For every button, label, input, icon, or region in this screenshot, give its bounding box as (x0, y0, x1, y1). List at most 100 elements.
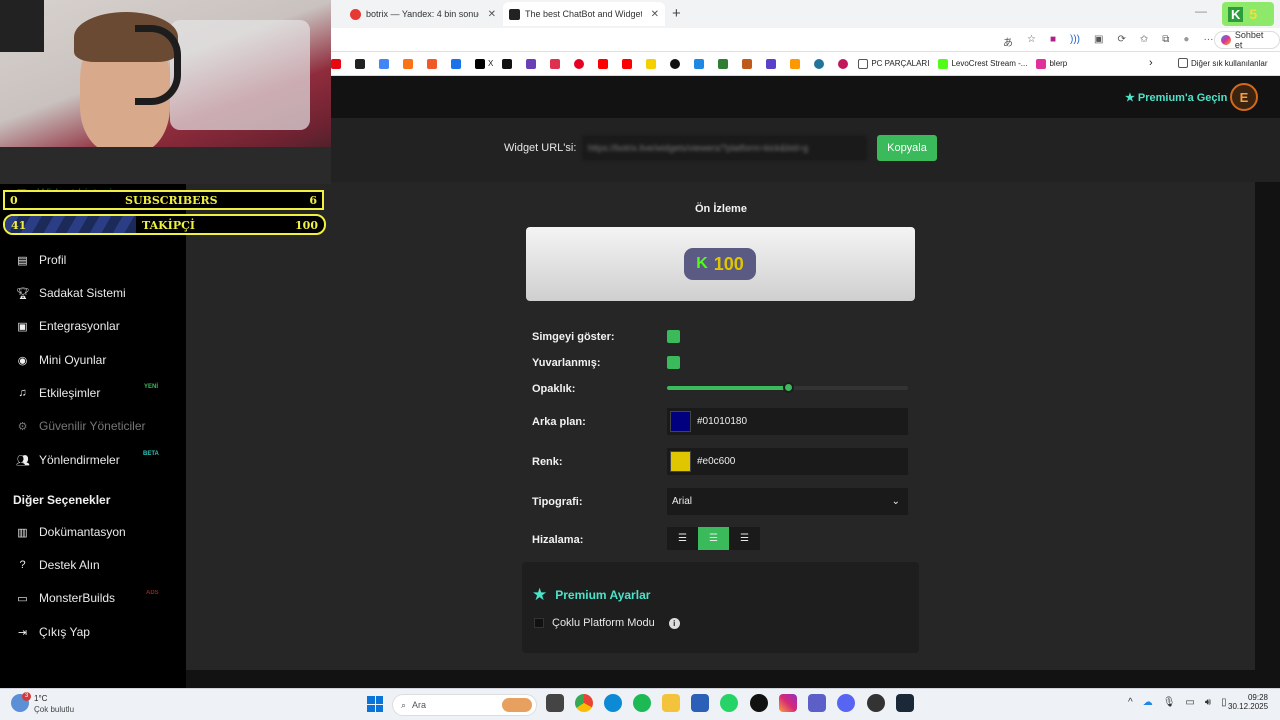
bookmark-icon[interactable] (838, 58, 849, 69)
wordpress-icon[interactable] (814, 58, 825, 69)
bookmark-icon[interactable] (718, 58, 729, 69)
google-icon[interactable] (379, 58, 389, 69)
youtube-icon[interactable] (598, 58, 609, 69)
text-color-swatch[interactable] (670, 451, 691, 472)
store-icon[interactable] (691, 694, 709, 712)
extension-icon[interactable]: ■ (1050, 34, 1056, 49)
chatgpt-icon[interactable] (750, 694, 768, 712)
network-icon[interactable]: ▭ (1185, 697, 1194, 708)
amazon-icon[interactable] (355, 58, 365, 69)
bookmarks-overflow-icon[interactable]: › (1149, 57, 1153, 69)
bookmark-icon[interactable] (694, 58, 705, 69)
teams-icon[interactable] (808, 694, 826, 712)
opacity-slider[interactable] (667, 382, 908, 393)
edge-icon[interactable] (604, 694, 622, 712)
sidebar-item-mini-oyunlar[interactable]: ◉ Mini Oyunlar (16, 350, 107, 370)
sidebar-item-label: Yönlendirmeler (39, 453, 120, 467)
bookmark-icon[interactable] (646, 58, 657, 69)
chevron-up-icon[interactable]: ^ (1128, 697, 1133, 708)
pinterest-icon[interactable] (574, 58, 585, 69)
sidebar-item-entegrasyonlar[interactable]: ▣ Entegrasyonlar (16, 316, 119, 336)
bookmark-icon[interactable] (550, 58, 561, 69)
new-tab-button[interactable]: + (672, 5, 681, 22)
bookmark-icon[interactable] (427, 58, 437, 69)
background-color-field[interactable]: #01010180 (667, 408, 908, 435)
opacity-label: Opaklık: (532, 383, 576, 395)
sidebar-item-etkilesimler[interactable]: ♫ Etkileşimler (16, 383, 100, 403)
question-icon: ? (19, 559, 26, 571)
multi-platform-checkbox[interactable] (534, 618, 544, 628)
bookmark-icon[interactable] (766, 58, 777, 69)
other-bookmarks[interactable]: Diğer sık kullanılanlar (1178, 58, 1267, 68)
copy-button[interactable]: Kopyala (877, 135, 937, 161)
show-icon-checkbox[interactable] (667, 330, 680, 343)
beta-badge: BETA (143, 451, 159, 457)
netflix-icon[interactable] (331, 58, 341, 69)
file-explorer-icon[interactable] (662, 694, 680, 712)
sidebar-item-yonlendirmeler[interactable]: 👥︎ Yönlendirmeler (16, 450, 120, 470)
clock[interactable]: 09:28 30.12.2025 (1228, 693, 1268, 711)
copilot-chat-button[interactable]: Sohbet et (1214, 30, 1280, 50)
onedrive-icon[interactable]: ☁ (1143, 697, 1153, 708)
windows-start-icon[interactable] (367, 696, 383, 712)
sidebar-item-label: Mini Oyunlar (39, 353, 107, 367)
close-tab-icon[interactable]: ✕ (651, 9, 659, 20)
instagram-icon[interactable] (779, 694, 797, 712)
star-icon[interactable]: ☆ (1027, 34, 1036, 49)
whatsapp-icon[interactable] (720, 694, 738, 712)
bookmark-icon[interactable] (502, 58, 513, 69)
align-left-button[interactable]: ☰ (667, 527, 698, 550)
bookmark-icon[interactable] (451, 58, 461, 69)
youtube-icon[interactable] (622, 58, 633, 69)
align-right-button[interactable]: ☰ (729, 527, 760, 550)
typography-select[interactable]: Arial ⌄ (667, 488, 908, 515)
chrome-icon[interactable] (575, 694, 593, 712)
browser-tab-botrix[interactable]: The best ChatBot and Widgets for ✕ (503, 2, 665, 26)
taskbar-search[interactable]: ⌕ Ara (392, 694, 537, 716)
obs-icon[interactable] (867, 694, 885, 712)
bookmark-icon[interactable] (742, 58, 753, 69)
background-color-swatch[interactable] (670, 411, 691, 432)
sidebar-item-dokumantasyon[interactable]: ▥ Dokümantasyon (16, 522, 125, 542)
sidebar-item-sadakat[interactable]: 🏆︎ Sadakat Sistemi (16, 283, 126, 303)
bookmark-icon[interactable] (670, 58, 681, 69)
text-color-field[interactable]: #e0c600 (667, 448, 908, 475)
opacity-slider-thumb[interactable] (782, 382, 794, 393)
volume-icon[interactable]: 🔊︎ (1205, 697, 1211, 708)
bookmark-x[interactable]: X (475, 58, 493, 69)
refresh-icon[interactable]: ⟳ (1117, 34, 1125, 49)
widget-url-input[interactable]: https://botrix.live/widgets/viewers/?pla… (582, 135, 867, 161)
bookmark-icon[interactable] (403, 58, 413, 69)
mic-icon[interactable]: 🎙︎ (1163, 697, 1176, 708)
sidebar-item-monsterbuilds[interactable]: ▭ MonsterBuilds (16, 588, 115, 608)
collections-icon[interactable]: ⧉ (1162, 34, 1169, 49)
profile-icon[interactable]: ● (1183, 34, 1189, 49)
bookmark-levocrest[interactable]: LevoCrest Stream -... (938, 58, 1027, 69)
split-screen-icon[interactable]: ▣ (1094, 34, 1103, 49)
browser-tab-yandex[interactable]: botrix — Yandex: 4 bin sonuç bulu ✕ (344, 2, 502, 26)
close-tab-icon[interactable]: ✕ (488, 9, 496, 20)
minimize-icon[interactable]: — (1195, 4, 1207, 18)
task-view-icon[interactable] (546, 694, 564, 712)
favorites-icon[interactable]: ✩ (1140, 34, 1148, 49)
spotify-icon[interactable] (633, 694, 651, 712)
rounded-checkbox[interactable] (667, 356, 680, 369)
sidebar-item-destek[interactable]: ? Destek Alın (16, 555, 99, 575)
premium-link[interactable]: ★ Premium'a Geçin (1125, 91, 1227, 105)
read-aloud-icon[interactable]: ))) (1070, 34, 1080, 49)
premium-settings-panel: ★ Premium Ayarlar Çoklu Platform Modu i (522, 562, 919, 653)
info-icon[interactable]: i (668, 617, 680, 629)
align-center-button[interactable]: ☰ (698, 527, 729, 550)
bookmark-pc-parcalari[interactable]: PC PARÇALARI (858, 58, 929, 69)
battery-icon[interactable]: ▯ (1221, 697, 1227, 708)
bookmark-icon[interactable] (526, 58, 537, 69)
steam-icon[interactable] (896, 694, 914, 712)
sidebar-item-cikis[interactable]: ⇥ Çıkış Yap (16, 622, 90, 642)
translate-icon[interactable]: あ (1003, 34, 1013, 49)
avatar[interactable]: E (1230, 83, 1258, 111)
bookmark-icon[interactable] (790, 58, 801, 69)
discord-icon[interactable] (837, 694, 855, 712)
sidebar-item-profil[interactable]: ▤ Profil (16, 250, 66, 270)
bookmark-blerp[interactable]: blerp (1036, 58, 1067, 69)
more-icon[interactable]: ··· (1203, 34, 1213, 49)
